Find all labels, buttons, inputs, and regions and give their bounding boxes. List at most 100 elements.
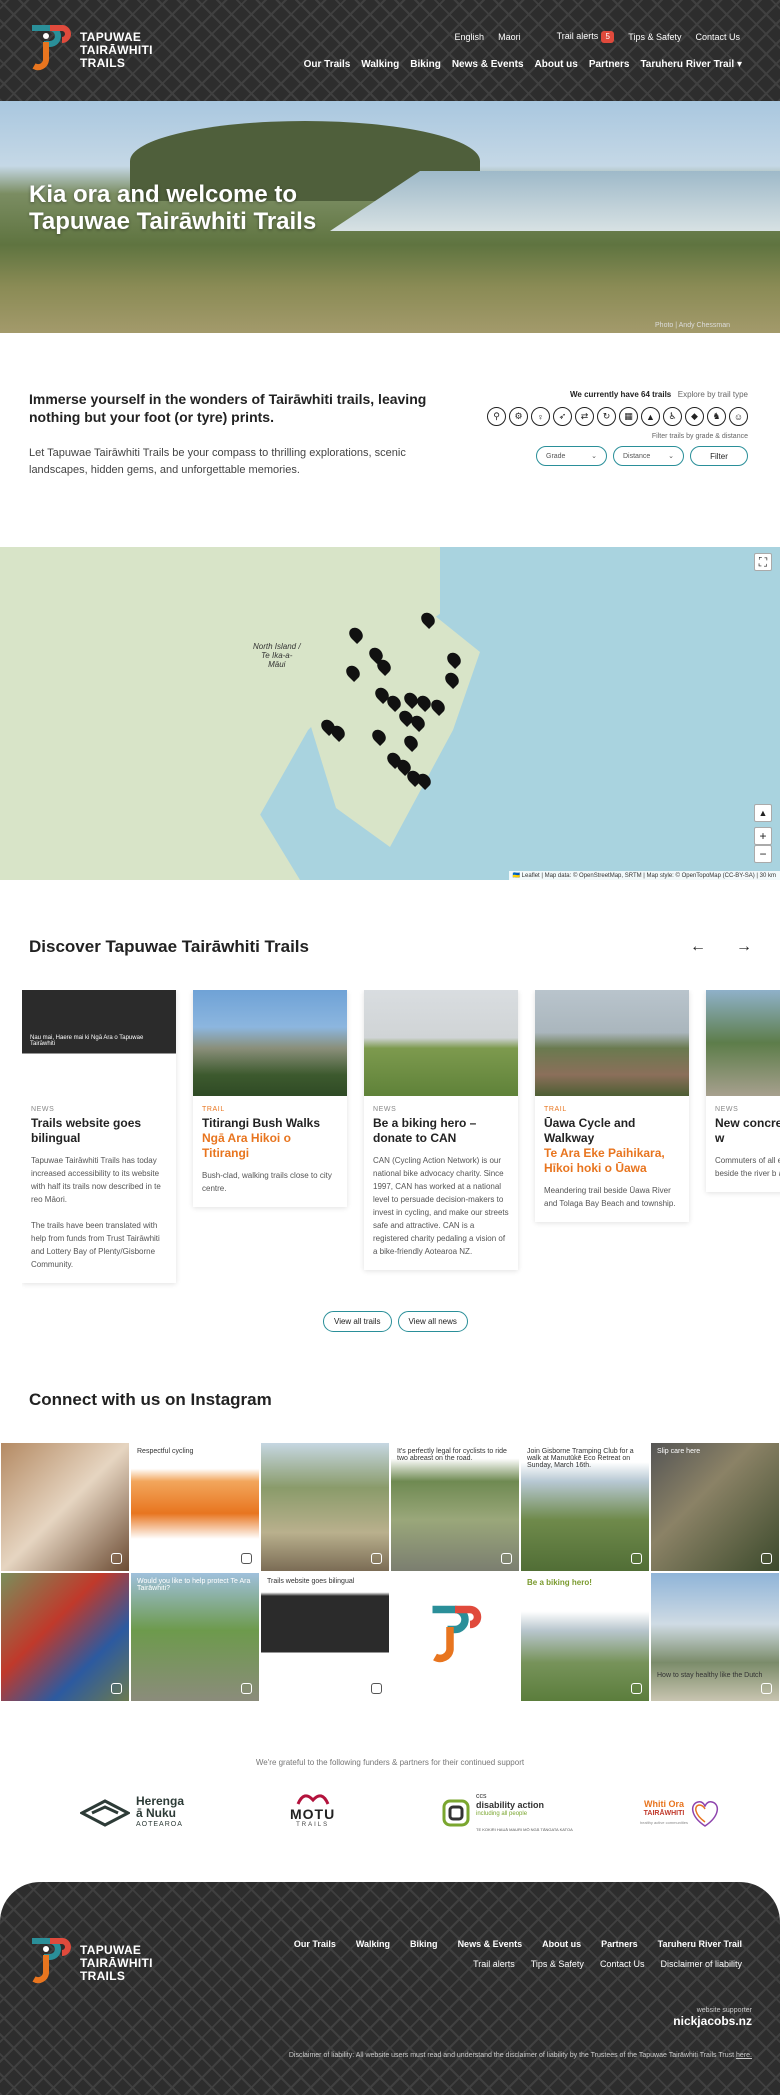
instagram-tile[interactable]: Be a biking hero! [520,1572,650,1702]
instagram-tile[interactable] [390,1572,520,1702]
instagram-tile[interactable]: Slip care here [650,1442,780,1572]
filter-sub-label: Filter trails by grade & distance [651,433,748,440]
grade-select[interactable]: Grade ⌄ [536,446,607,466]
partner-whiti-ora[interactable]: Whiti Ora TAIRĀWHITI healthy active comm… [640,1790,722,1836]
caret-down-icon: ▾ [736,59,742,70]
card-type: NEWS [715,1106,739,1113]
chevron-down-icon: ⌄ [668,453,674,460]
nav-biking[interactable]: Biking [410,59,441,70]
site-logo[interactable]: TAPUWAE TAIRĀWHITI TRAILS [28,22,153,78]
trail-map[interactable]: North Island / Te Ika-a- Māui ⛶ ▲ + − 🇺🇦… [0,547,780,880]
mtb-icon[interactable]: ⚙ [509,407,528,426]
disclaimer-link[interactable]: here. [736,2052,752,2059]
instagram-tile[interactable] [260,1442,390,1572]
trail-filter: We currently have 64 trails Explore by t… [478,390,748,466]
footer-trail-alerts[interactable]: Trail alerts [473,1959,515,1969]
city-icon[interactable]: ▦ [619,407,638,426]
arrow-left-icon[interactable]: ← [690,938,706,956]
footer-nav-about-us[interactable]: About us [542,1939,581,1949]
nav-about-us[interactable]: About us [535,59,578,70]
lang-english-link[interactable]: English [455,32,485,42]
website-supporter[interactable]: website supporter nickjacobs.nz [673,2007,752,2028]
footer-nav-news-events[interactable]: News & Events [458,1939,523,1949]
instagram-tile[interactable]: It's perfectly legal for cyclists to rid… [390,1442,520,1572]
instagram-tile[interactable] [0,1442,130,1572]
instagram-tile[interactable]: Respectful cycling [130,1442,260,1572]
card[interactable]: NEWS New concre lights the w Commuters o… [706,990,780,1192]
horse-icon[interactable]: ♞ [707,407,726,426]
partner-motu[interactable]: MOTU TRAILS [290,1790,335,1836]
footer-nav-biking[interactable]: Biking [410,1939,438,1949]
instagram-tile[interactable]: How to stay healthy like the Dutch [650,1572,780,1702]
footer-nav-our-trails[interactable]: Our Trails [294,1939,336,1949]
map-scale: 30 km [759,873,776,879]
contact-us-link[interactable]: Contact Us [695,32,740,42]
filter-button[interactable]: Filter [690,446,748,466]
lang-maori-link[interactable]: Maori [498,32,521,42]
nav-our-trails[interactable]: Our Trails [304,59,351,70]
hero-title: Kia ora and welcome to Tapuwae Tairāwhit… [29,181,317,235]
card-body: CAN (Cycling Action Network) is our nati… [373,1156,509,1256]
main-nav: Our Trails Walking Biking News & Events … [304,59,742,70]
footer-disclaimer[interactable]: Disclaimer of liability [660,1959,742,1969]
hero-banner: Kia ora and welcome to Tapuwae Tairāwhit… [0,101,780,333]
footer-nav-taruheru[interactable]: Taruheru River Trail [658,1939,742,1949]
card[interactable]: NEWS Be a biking hero – donate to CAN CA… [364,990,518,1270]
nav-partners[interactable]: Partners [589,59,630,70]
run-icon[interactable]: ➶ [553,407,572,426]
footer-logo[interactable]: TAPUWAE TAIRĀWHITI TRAILS [28,1935,153,1991]
family-icon[interactable]: ☺ [729,407,748,426]
logo-text-2: TAIRĀWHITI [80,42,153,57]
loop-icon[interactable]: ↻ [597,407,616,426]
footer-nav-walking[interactable]: Walking [356,1939,390,1949]
intro-heading: Immerse yourself in the wonders of Tairā… [29,391,427,425]
instagram-tile[interactable]: Join Gisborne Tramping Club for a walk a… [520,1442,650,1572]
zoom-in-button[interactable]: + [754,827,772,845]
walk-icon[interactable]: ♀ [531,407,550,426]
card-image-caption: Nau mai, Haere mai ki Ngā Ara o Tapuwae … [30,1035,144,1047]
instagram-icon [761,1683,772,1694]
logo-text-2: TAIRĀWHITI [80,1955,153,1970]
nav-walking[interactable]: Walking [361,59,399,70]
footer-nav-partners[interactable]: Partners [601,1939,638,1949]
nav-taruheru[interactable]: Taruheru River Trail ▾ [640,59,742,70]
instagram-icon [631,1683,642,1694]
card-carousel: Nau mai, Haere mai ki Ngā Ara o Tapuwae … [22,990,780,1290]
footer-contact-us[interactable]: Contact Us [600,1959,645,1969]
herenga-logo-icon [80,1799,130,1827]
distance-select[interactable]: Distance ⌄ [613,446,684,466]
footer-tips-safety[interactable]: Tips & Safety [531,1959,584,1969]
locate-button[interactable]: ▲ [754,804,772,822]
nav-news-events[interactable]: News & Events [452,59,524,70]
fullscreen-button[interactable]: ⛶ [754,553,772,571]
trail-alerts-badge: 5 [601,31,615,43]
partner-ccs-disability[interactable]: ccs disability action including all peop… [442,1790,573,1836]
partners-note: We're grateful to the following funders … [255,1758,525,1767]
accessible-icon[interactable]: ♿ [663,407,682,426]
trail-alerts-link[interactable]: Trail alerts 5 [557,31,615,43]
card-type: TRAIL [544,1106,567,1113]
view-all-news-button[interactable]: View all news [397,1311,468,1332]
dog-icon[interactable]: ◆ [685,407,704,426]
arrow-right-icon[interactable]: → [736,938,752,956]
instagram-tile[interactable]: Would you like to help protect Te Ara Ta… [130,1572,260,1702]
partner-herenga[interactable]: Herenga ā Nuku AOTEAROA [80,1790,184,1836]
card-title: Trails website goes bilingual [31,1116,142,1145]
view-all-trails-button[interactable]: View all trails [323,1311,392,1332]
card-body: Bush-clad, walking trails close to city … [202,1171,332,1193]
logo-text-1: TAPUWAE [80,1942,142,1957]
trail-count: We currently have 64 trails [570,390,672,399]
card[interactable]: Nau mai, Haere mai ki Ngā Ara o Tapuwae … [22,990,176,1283]
tips-safety-link[interactable]: Tips & Safety [628,32,681,42]
cycle-icon[interactable]: ⚲ [487,407,506,426]
share-icon[interactable]: ⇄ [575,407,594,426]
instagram-tile[interactable] [0,1572,130,1702]
instagram-tile[interactable]: Trails website goes bilingual [260,1572,390,1702]
card[interactable]: TRAIL Ūawa Cycle and Walkway Te Ara Eke P… [535,990,689,1222]
intro-body: Let Tapuwae Tairāwhiti Trails be your co… [29,447,406,476]
hiker-icon[interactable]: ▲ [641,407,660,426]
intro-section: Immerse yourself in the wonders of Tairā… [0,333,780,547]
zoom-out-button[interactable]: − [754,845,772,863]
card[interactable]: TRAIL Titirangi Bush Walks Ngā Ara Hikoi … [193,990,347,1207]
instagram-icon [631,1553,642,1564]
